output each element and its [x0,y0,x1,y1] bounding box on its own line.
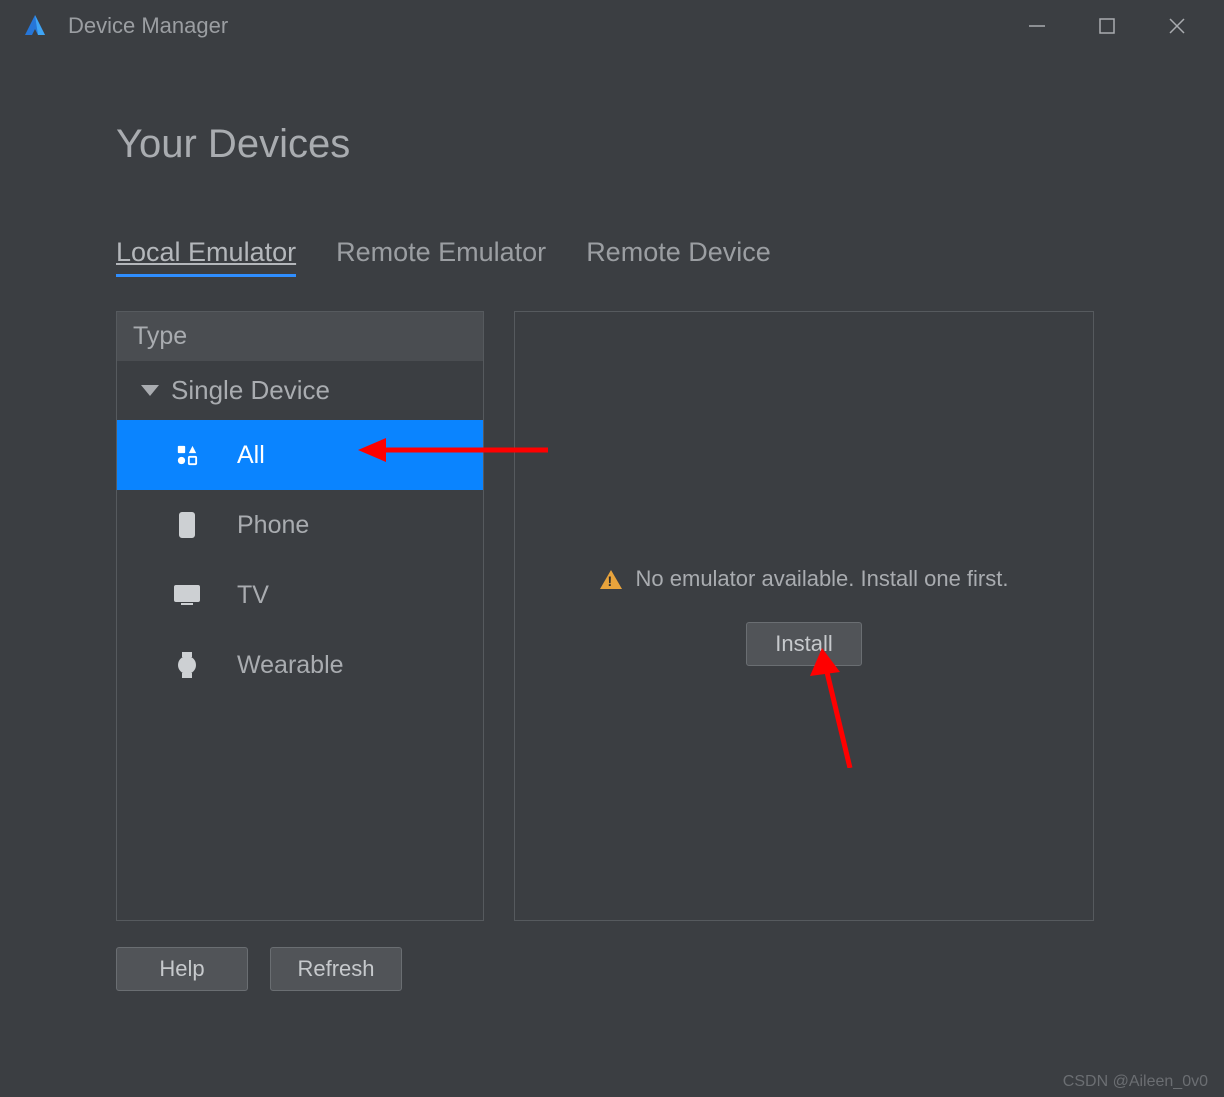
chevron-down-icon [141,385,159,396]
type-header: Type [117,312,483,361]
tree-item-label: All [237,441,265,470]
content: Your Devices Local Emulator Remote Emula… [0,52,1224,991]
window-controls [1002,1,1212,51]
tabs: Local Emulator Remote Emulator Remote De… [116,237,1124,277]
minimize-button[interactable] [1002,1,1072,51]
tv-icon [173,584,201,606]
tree-item-phone[interactable]: Phone [117,490,483,560]
tree-item-tv[interactable]: TV [117,560,483,630]
tree-item-all[interactable]: All [117,420,483,490]
tree-item-label: TV [237,581,269,610]
tab-remote-device[interactable]: Remote Device [586,237,771,277]
refresh-button[interactable]: Refresh [270,947,402,991]
warning-text: No emulator available. Install one first… [636,566,1009,592]
footer-buttons: Help Refresh [116,947,1124,991]
titlebar: Device Manager [0,0,1224,52]
grid-shapes-icon [173,444,201,466]
emulator-panel: No emulator available. Install one first… [514,311,1094,921]
page-title: Your Devices [116,122,1124,167]
watermark: CSDN @Aileen_0v0 [1063,1073,1208,1091]
warning-row: No emulator available. Install one first… [600,566,1009,592]
close-button[interactable] [1142,1,1212,51]
tree-item-label: Phone [237,511,309,540]
window-title: Device Manager [68,13,1002,39]
tree-group-label: Single Device [171,375,330,406]
tab-local-emulator[interactable]: Local Emulator [116,237,296,277]
type-panel: Type Single Device All Phone [116,311,484,921]
install-button[interactable]: Install [746,622,861,666]
warning-icon [600,570,622,589]
tree-group-single-device[interactable]: Single Device [117,361,483,420]
help-button[interactable]: Help [116,947,248,991]
app-logo-icon [20,11,50,41]
maximize-button[interactable] [1072,1,1142,51]
tree-item-label: Wearable [237,651,344,680]
phone-icon [173,511,201,539]
panels: Type Single Device All Phone [116,311,1124,921]
tree-item-wearable[interactable]: Wearable [117,630,483,700]
watch-icon [173,651,201,679]
tab-remote-emulator[interactable]: Remote Emulator [336,237,546,277]
